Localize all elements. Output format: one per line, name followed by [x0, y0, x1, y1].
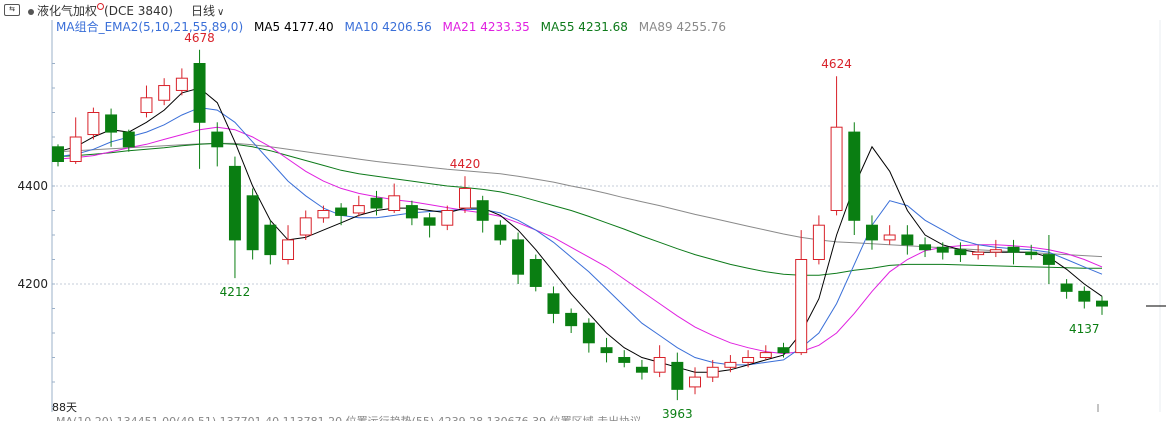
candle-body: [69, 136, 82, 162]
ma-line-ma21: [57, 126, 1103, 355]
candle-body: [352, 205, 365, 214]
annotation-label: 4420: [450, 157, 481, 171]
candle-body: [901, 234, 914, 246]
annotation-label: 4624: [821, 57, 852, 71]
annotation-label: 3963: [662, 407, 693, 421]
candle-body: [211, 131, 224, 148]
candle-body: [476, 200, 489, 221]
candle-body: [1096, 300, 1108, 307]
y-tick-label: 4200: [17, 277, 48, 291]
candle-body: [600, 347, 613, 354]
candle-body: [282, 239, 295, 260]
candle-body: [919, 244, 932, 251]
candle-body: [742, 357, 755, 363]
candle-body: [972, 251, 985, 256]
candle-body: [759, 352, 772, 359]
annotation-label: 4678: [184, 31, 215, 45]
candle-body: [724, 361, 737, 368]
candle-body: [989, 249, 1002, 253]
candle-body: [317, 210, 330, 219]
candle-body: [1060, 283, 1073, 292]
candle-body: [158, 85, 171, 101]
candle-body: [883, 234, 896, 241]
candle-body: [1025, 251, 1038, 256]
candle-body: [529, 259, 542, 287]
candle-body: [830, 126, 843, 211]
candle-body: [87, 112, 100, 136]
candle-body: [618, 357, 631, 363]
candle-body: [388, 195, 401, 212]
ma-line-ma55: [57, 142, 1102, 276]
candle-body: [228, 165, 241, 241]
ma-line-ma5: [57, 87, 1103, 373]
annotation-label: 4212: [220, 285, 251, 299]
candle-body: [423, 217, 436, 226]
candle-body: [264, 224, 277, 256]
sub-indicator-strip: MA(10,20) 134451.00(49.51) 137701.40 113…: [56, 413, 641, 421]
candle-body: [370, 197, 383, 209]
candle-body: [848, 131, 861, 221]
candle-body: [458, 187, 471, 209]
candle-body: [299, 217, 312, 236]
candle-body: [954, 249, 967, 256]
ma-line-ma89: [57, 142, 1103, 258]
candle-body: [565, 312, 578, 327]
y-tick-label: 4400: [17, 179, 48, 193]
candle-body: [671, 361, 684, 390]
candle-body: [52, 146, 64, 163]
candle-body: [512, 239, 525, 275]
candle-body: [335, 207, 348, 216]
candle-body: [653, 357, 666, 373]
candle-body: [689, 376, 702, 388]
candle-body: [105, 114, 118, 133]
candle-body: [122, 131, 135, 148]
candle-body: [441, 210, 454, 226]
candle-body: [635, 366, 648, 373]
candle-body: [246, 195, 259, 251]
candle-body: [405, 205, 418, 219]
candle-body: [175, 77, 188, 91]
candle-body: [865, 224, 878, 241]
candlestick-chart[interactable]: 4200 4400 4678 4212 4420 3963 4624 4137: [0, 0, 1168, 421]
candle-body: [936, 246, 949, 253]
candle-body: [494, 224, 507, 241]
candle-body: [777, 347, 790, 354]
candle-body: [706, 366, 719, 378]
candle-body: [1078, 290, 1091, 302]
candle-body: [795, 259, 808, 354]
candle-body: [547, 293, 560, 314]
candle-body: [1007, 246, 1020, 253]
candle-body: [140, 97, 153, 114]
candle-body: [193, 63, 206, 123]
annotation-label: 4137: [1069, 322, 1100, 336]
candle-body: [582, 322, 595, 344]
candle-body: [1042, 254, 1055, 265]
candle-body: [812, 224, 825, 260]
